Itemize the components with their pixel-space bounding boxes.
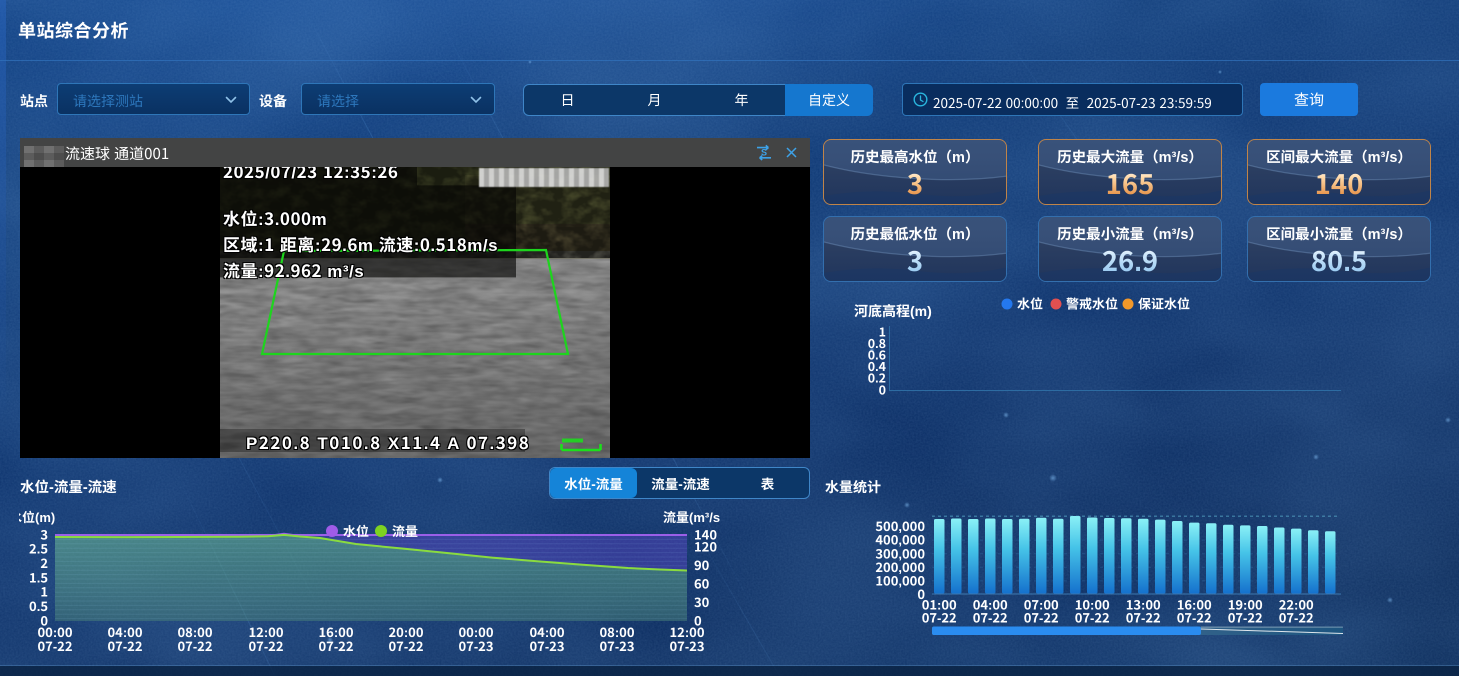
svg-text:07-22: 07-22 <box>388 636 423 655</box>
svg-text:07-22: 07-22 <box>973 608 1008 627</box>
svg-text:07-23: 07-23 <box>529 636 564 655</box>
svg-text:07-22: 07-22 <box>248 636 283 655</box>
svg-text:120: 120 <box>694 537 717 556</box>
svg-text:07-23: 07-23 <box>669 636 704 655</box>
svg-text:07-22: 07-22 <box>177 636 212 655</box>
svg-text:07-23: 07-23 <box>599 636 634 655</box>
svg-text:07-22: 07-22 <box>318 636 353 655</box>
svg-text:30: 30 <box>694 592 710 611</box>
svg-text:S: S <box>761 148 767 158</box>
svg-text:保证水位: 保证水位 <box>1138 295 1190 313</box>
svg-text:60: 60 <box>694 573 710 592</box>
svg-text:流量: 流量 <box>392 521 418 540</box>
svg-text:07-22: 07-22 <box>107 636 142 655</box>
svg-text:水位: 水位 <box>1017 295 1043 313</box>
svg-text:警戒水位: 警戒水位 <box>1066 295 1118 313</box>
svg-text:07-22: 07-22 <box>37 636 72 655</box>
svg-text:07-22: 07-22 <box>1228 608 1263 627</box>
svg-text:07-22: 07-22 <box>1024 608 1059 627</box>
svg-text:07-23: 07-23 <box>458 636 493 655</box>
svg-text:07-22: 07-22 <box>1279 608 1314 627</box>
svg-text:07-22: 07-22 <box>1126 608 1161 627</box>
svg-text:07-22: 07-22 <box>1177 608 1212 627</box>
svg-text:90: 90 <box>694 555 710 574</box>
svg-text:07-22: 07-22 <box>1075 608 1110 627</box>
svg-text:水位: 水位 <box>343 521 369 540</box>
svg-text:0: 0 <box>879 379 886 398</box>
svg-text:07-22: 07-22 <box>922 608 957 627</box>
